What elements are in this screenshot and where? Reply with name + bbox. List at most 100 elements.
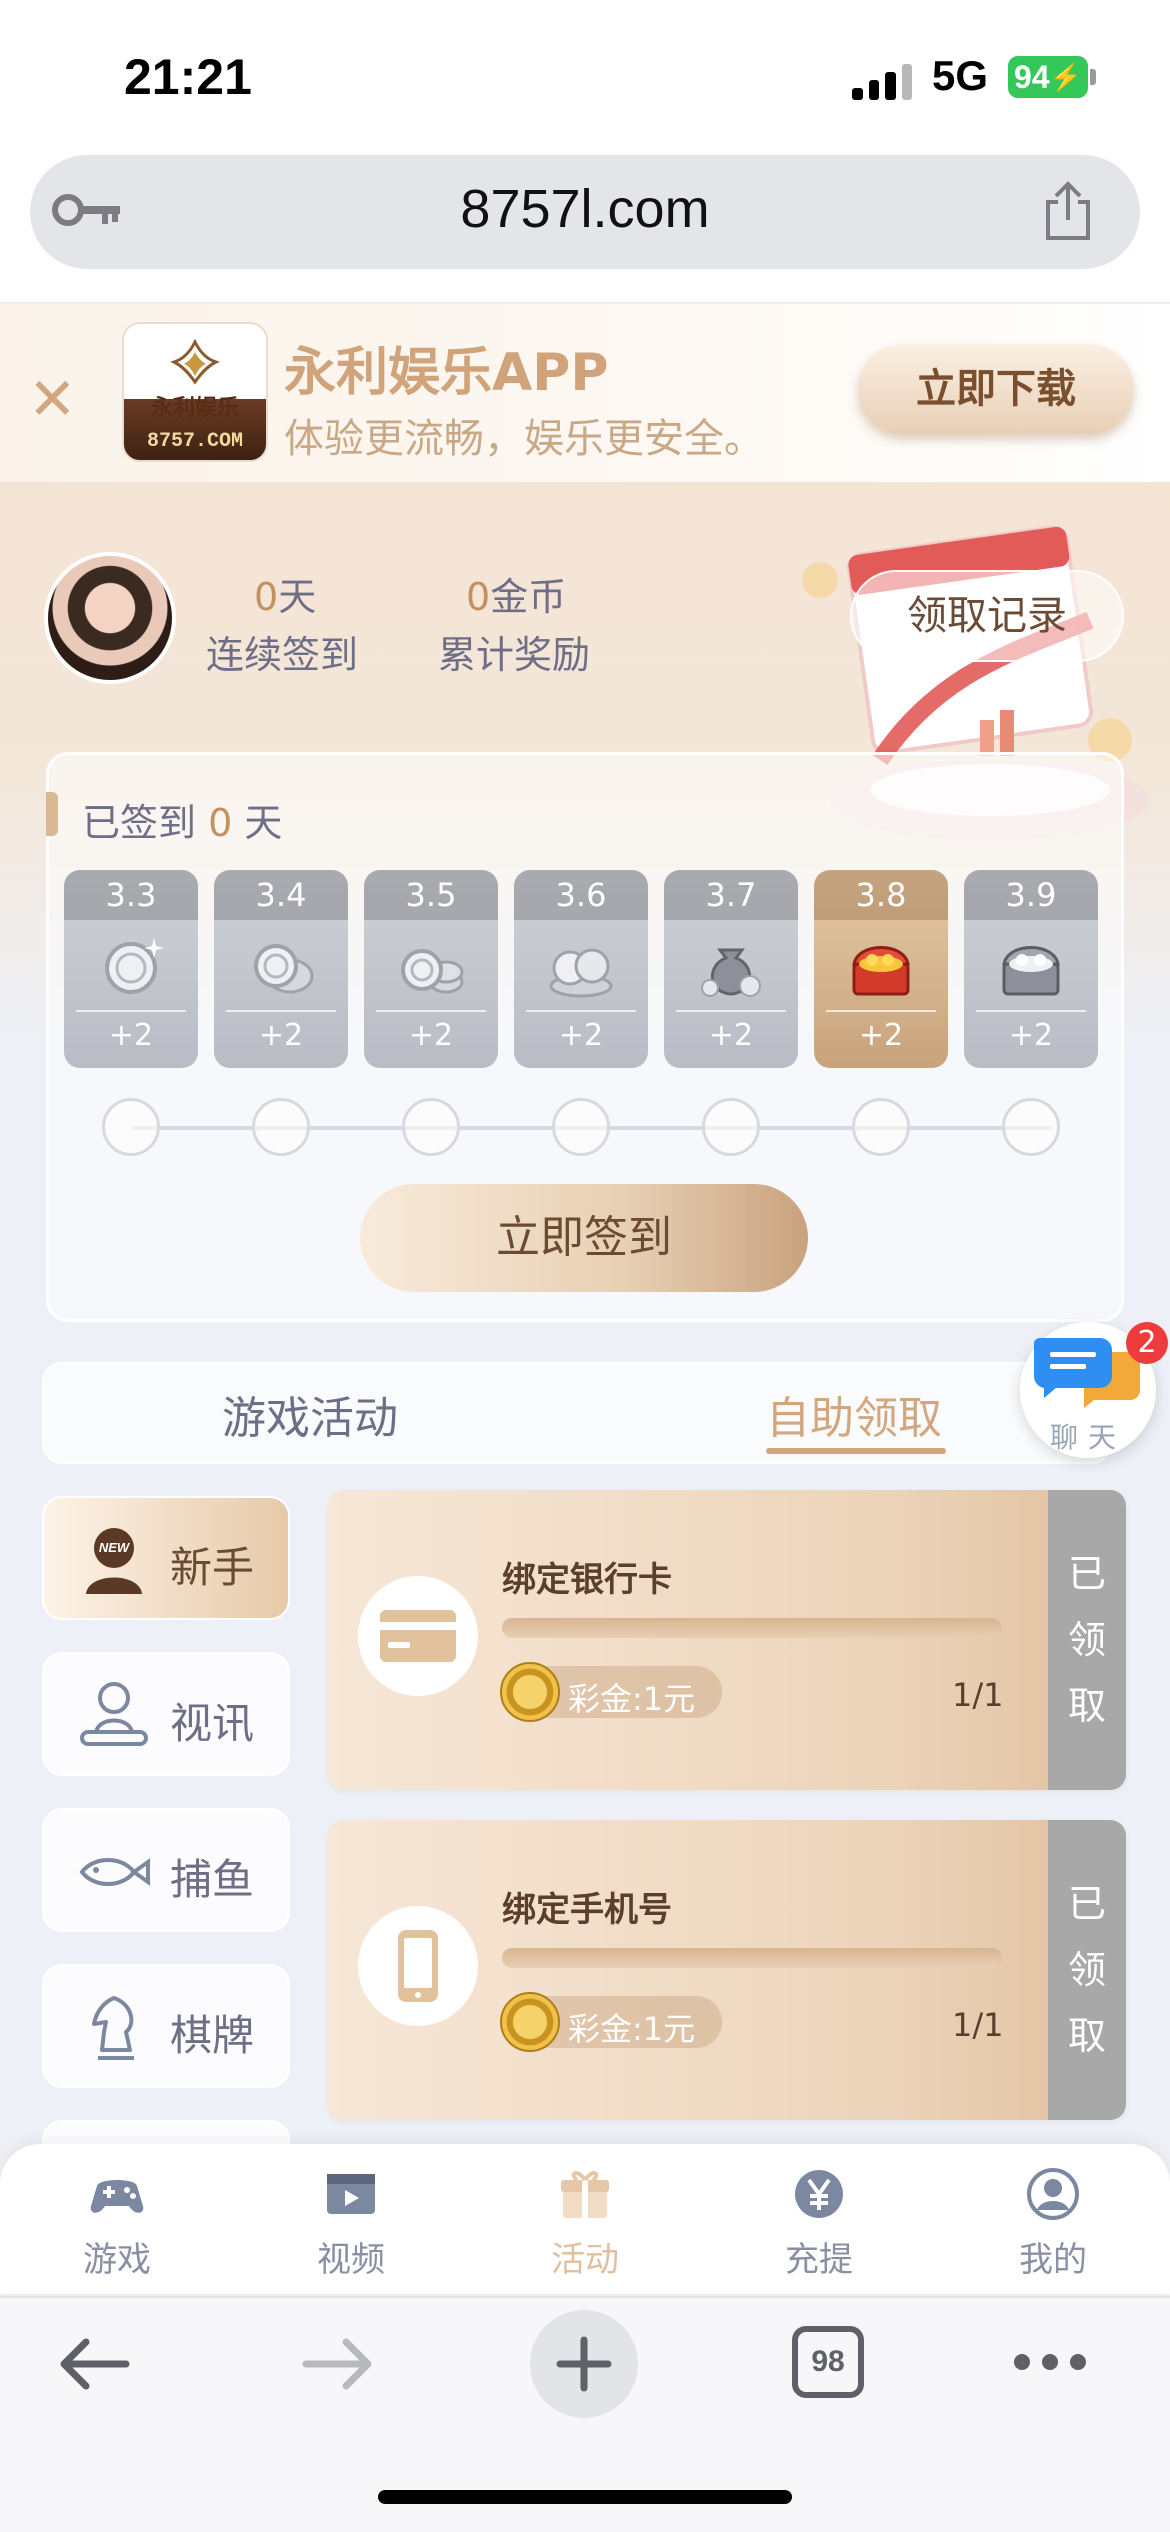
category-cards[interactable]: 棋牌: [42, 1964, 290, 2088]
claim-records-button[interactable]: 领取记录: [850, 570, 1124, 662]
day-card[interactable]: 3.5 +2: [364, 870, 498, 1068]
signed-prefix: 已签到: [82, 801, 197, 845]
back-icon[interactable]: [56, 2336, 132, 2392]
category-label: 捕鱼: [170, 1855, 255, 1904]
app-logo-name: 永利娱乐: [150, 396, 239, 421]
task-reward: 彩金:1元: [500, 1662, 722, 1722]
day-card[interactable]: 3.9 +2: [964, 870, 1098, 1068]
day-card[interactable]: 3.7 +2: [664, 870, 798, 1068]
tab-count: 98: [811, 2345, 845, 2378]
avatar[interactable]: [44, 552, 176, 684]
task-progress-bar: [502, 1948, 1002, 1968]
bank-card-icon: [380, 1610, 456, 1662]
day-date: 3.3: [64, 870, 198, 920]
download-button[interactable]: 立即下载: [858, 344, 1134, 434]
status-char: 取: [1067, 1684, 1106, 1728]
day-reward: +2: [408, 1018, 454, 1053]
home-indicator: [378, 2490, 792, 2504]
tabs-button[interactable]: 98: [792, 2326, 864, 2398]
day-card[interactable]: 3.6 +2: [514, 870, 648, 1068]
single-silver-coin-icon: [105, 938, 164, 994]
more-icon[interactable]: [1012, 2350, 1088, 2374]
category-label: 视讯: [170, 1699, 255, 1748]
network-type: 5G: [932, 52, 989, 99]
nav-profile[interactable]: 我的: [936, 2166, 1170, 2281]
task-reward-text: 彩金:1元: [568, 2010, 696, 2048]
day-divider: [976, 1010, 1086, 1012]
day-reward: +2: [108, 1018, 154, 1053]
category-newbie[interactable]: NEW 新手: [42, 1496, 290, 1620]
active-tab-indicator: [766, 1448, 946, 1454]
task-title: 绑定手机号: [502, 1890, 672, 1930]
signal-strength-icon: [852, 60, 912, 100]
progress-dot: [552, 1098, 610, 1156]
share-icon[interactable]: [1040, 180, 1096, 242]
day-date: 3.5: [364, 870, 498, 920]
day-date: 3.7: [664, 870, 798, 920]
forward-icon[interactable]: [300, 2336, 376, 2392]
battery-level: 94: [1014, 58, 1050, 95]
task-status-claimed[interactable]: 已 领 取: [1048, 1490, 1126, 1790]
tab-game-activities[interactable]: 游戏活动: [222, 1382, 398, 1446]
chess-knight-icon: [92, 1996, 134, 2060]
silver-coins-icon: [254, 944, 314, 994]
day-card[interactable]: 3.4 +2: [214, 870, 348, 1068]
signed-tag-marker: [46, 792, 58, 836]
day-date: 3.6: [514, 870, 648, 920]
silver-chest-icon: [1002, 946, 1060, 996]
nav-label: 活动: [551, 2240, 619, 2280]
battery-icon: 94 ⚡: [1008, 56, 1088, 98]
signed-days-text: 已签到 0 天: [82, 792, 282, 847]
status-char: 领: [1067, 1948, 1106, 1992]
category-live[interactable]: 视讯: [42, 1652, 290, 1776]
progress-dot: [1002, 1098, 1060, 1156]
status-char: 取: [1067, 2014, 1106, 2058]
day-card[interactable]: 3.3 +2: [64, 870, 198, 1068]
svg-text:NEW: NEW: [99, 1540, 131, 1555]
new-tab-button[interactable]: [530, 2310, 638, 2418]
gold-chest-icon: [852, 946, 910, 996]
day-date: 3.9: [964, 870, 1098, 920]
nav-label: 充提: [785, 2240, 853, 2280]
close-icon[interactable]: ✕: [28, 370, 77, 428]
gold-coin-icon: [500, 1992, 560, 2052]
tab-self-claim[interactable]: 自助领取: [766, 1382, 942, 1446]
task-reward: 彩金:1元: [500, 1992, 722, 2052]
banner-subtitle: 体验更流畅，娱乐更安全。: [284, 416, 764, 462]
day-reward: +2: [708, 1018, 754, 1053]
nav-video[interactable]: 视频: [234, 2166, 468, 2281]
url-text: 8757l.com: [460, 179, 710, 239]
chat-unread-badge: 2: [1126, 1322, 1168, 1364]
activity-tabs: [42, 1362, 1112, 1464]
crest-icon: [170, 338, 220, 385]
fish-icon: [79, 1858, 150, 1886]
video-icon: [327, 2174, 375, 2214]
day-date: 3.4: [214, 870, 348, 920]
task-status-claimed[interactable]: 已 领 取: [1048, 1820, 1126, 2120]
nav-activities[interactable]: 活动: [468, 2166, 702, 2281]
task-card: 绑定手机号 彩金:1元 1/1 已 领 取: [328, 1820, 1126, 2120]
day-divider: [376, 1010, 486, 1012]
progress-dot: [852, 1098, 910, 1156]
category-partial: [42, 2120, 290, 2144]
status-time: 21:21: [124, 49, 252, 105]
nav-deposit[interactable]: 充提: [702, 2166, 936, 2281]
silver-coin-pile-icon: [549, 948, 613, 998]
day-reward: +2: [858, 1018, 904, 1053]
signin-button[interactable]: 立即签到: [360, 1184, 808, 1292]
status-char: 已: [1067, 1552, 1106, 1596]
day-card-special[interactable]: 3.8 +2: [814, 870, 948, 1068]
progress-dot: [402, 1098, 460, 1156]
chat-label: 聊天: [1049, 1421, 1126, 1454]
battery-nub: [1090, 69, 1096, 85]
task-reward-text: 彩金:1元: [568, 1680, 696, 1718]
silver-coin-stack-icon: [401, 949, 464, 994]
progress-dot: [252, 1098, 310, 1156]
day-reward: +2: [258, 1018, 304, 1053]
category-fishing[interactable]: 捕鱼: [42, 1808, 290, 1932]
day-divider: [226, 1010, 336, 1012]
task-icon-badge: [358, 1906, 478, 2026]
nav-label: 游戏: [83, 2240, 151, 2280]
live-dealer-icon: [80, 1682, 148, 1746]
nav-games[interactable]: 游戏: [0, 2166, 234, 2281]
